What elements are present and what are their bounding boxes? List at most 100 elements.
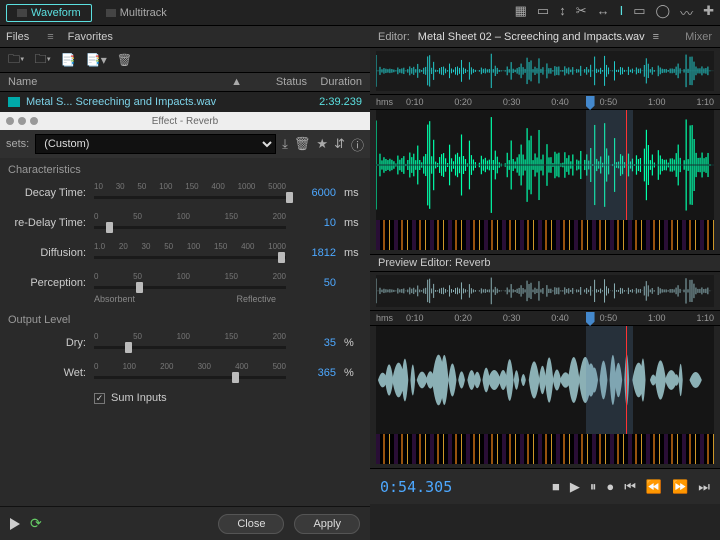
decay-slider-row: Decay Time:103050100150400100050006000ms [0, 178, 370, 208]
delete-preset-icon[interactable]: 🗑 [294, 136, 311, 152]
preview-editor-header: Preview Editor: Reverb [370, 254, 720, 272]
predelay-slider[interactable]: 050100150200 [94, 212, 286, 234]
predelay-slider-row: re-Delay Time:05010015020010ms [0, 208, 370, 238]
editor-filename: Metal Sheet 02 – Screeching and Impacts.… [418, 31, 645, 43]
close-button[interactable]: Close [218, 514, 284, 534]
save-preset-icon[interactable]: ⤓ [282, 136, 288, 152]
delete-file-icon[interactable]: 🗑 [117, 53, 132, 67]
favorite-preset-icon[interactable]: ★ [316, 136, 328, 152]
dry-slider[interactable]: 050100150200 [94, 332, 286, 354]
editor-column: Editor: Metal Sheet 02 – Screeching and … [370, 26, 720, 540]
preview-timeline-ruler[interactable]: hms 0:100:200:300:400:501:001:10 [370, 310, 720, 326]
record-file-icon[interactable]: 🗀▾ [34, 50, 50, 71]
file-list-header: Name ▲ Status Duration [0, 72, 370, 92]
preview-loop-icon[interactable]: ⟳ [30, 515, 42, 532]
play-button-icon[interactable]: ▶ [570, 479, 580, 495]
dialog-footer: ⟳ Close Apply [0, 506, 370, 540]
audio-file-icon [8, 97, 20, 107]
mixer-tab[interactable]: Mixer [685, 31, 712, 43]
mode-tab-waveform[interactable]: Waveform [6, 4, 92, 22]
left-column: Files ≡ Favorites 🗀▾ 🗀▾ 📑 📑▾ 🗑 Name ▲ St… [0, 26, 370, 540]
transport-time: 0:54.305 [380, 478, 452, 496]
wet-value[interactable]: 365 [294, 367, 336, 379]
marquee-icon[interactable]: ▭ [633, 3, 645, 22]
preset-row: sets: (Custom) ⤓ 🗑 ★ ⇵ ⓘ [0, 130, 370, 158]
preview-waveform[interactable] [376, 326, 714, 434]
top-mode-bar: Waveform Multitrack ▦ ▭ ↕ ✂ ↔ I ▭ ◯ 〰 ✚ [0, 0, 720, 26]
effect-dialog-title: Effect - Reverb [152, 116, 219, 127]
perception-slider[interactable]: 050100150200 [94, 272, 286, 294]
wet-slider[interactable]: 0100200300400500 [94, 362, 286, 384]
predelay-label: re-Delay Time: [8, 217, 86, 229]
dry-label: Dry: [8, 337, 86, 349]
decay-value[interactable]: 6000 [294, 187, 336, 199]
file-row[interactable]: Metal S... Screeching and Impacts.wav 2:… [0, 92, 370, 112]
file-row-name: Metal S... Screeching and Impacts.wav [26, 96, 307, 108]
mode-tab-multitrack[interactable]: Multitrack [96, 5, 177, 21]
dry-slider-row: Dry:05010015020035% [0, 328, 370, 358]
diffusion-label: Diffusion: [8, 247, 86, 259]
decay-slider[interactable]: 10305010015040010005000 [94, 182, 286, 204]
playhead[interactable] [626, 110, 627, 220]
pause-button-icon[interactable]: ⏸ [590, 479, 597, 495]
main-timeline-ruler[interactable]: hms 0:100:200:300:400:501:001:10 [370, 94, 720, 110]
main-spectrogram[interactable] [376, 220, 714, 250]
info-icon[interactable]: ⓘ [351, 135, 364, 154]
skip-back-icon[interactable]: ⏮ [624, 479, 636, 495]
brush-icon[interactable]: 〰 [680, 3, 693, 22]
file-header-name[interactable]: Name [8, 76, 231, 88]
file-header-status[interactable]: Status [252, 76, 307, 88]
effect-dialog-titlebar[interactable]: Effect - Reverb [0, 112, 370, 130]
tab-favorites[interactable]: Favorites [68, 31, 113, 43]
diffusion-value[interactable]: 1812 [294, 247, 336, 259]
files-tab-menu-icon[interactable]: ≡ [47, 31, 53, 43]
editor-tab-menu-icon[interactable]: ≡ [653, 31, 659, 43]
diffusion-slider-row: Diffusion:1.020305010015040010001812ms [0, 238, 370, 268]
time-select-icon[interactable]: I [620, 3, 624, 22]
lasso-icon[interactable]: ◯ [656, 3, 671, 22]
editor-header: Editor: Metal Sheet 02 – Screeching and … [370, 26, 720, 48]
hud-toggle-icon[interactable]: ▭ [537, 3, 549, 22]
open-file-icon[interactable]: 🗀▾ [8, 50, 24, 71]
main-waveform[interactable] [376, 110, 714, 220]
tab-files[interactable]: Files [6, 31, 29, 43]
decay-label: Decay Time: [8, 187, 86, 199]
perception-value[interactable]: 50 [294, 277, 336, 289]
overview-waveform[interactable] [376, 51, 714, 91]
rewind-icon[interactable]: ⏪ [646, 479, 662, 495]
forward-icon[interactable]: ⏩ [672, 479, 688, 495]
slip-tool-icon[interactable]: ↔ [597, 3, 610, 22]
wet-label: Wet: [8, 367, 86, 379]
file-header-duration[interactable]: Duration [307, 76, 362, 88]
predelay-value[interactable]: 10 [294, 217, 336, 229]
preview-overview[interactable] [376, 275, 714, 307]
perception-label: Perception: [8, 277, 86, 289]
import-icon[interactable]: 📑 [61, 53, 76, 67]
preview-spectrogram[interactable] [376, 434, 714, 464]
channel-map-icon[interactable]: ⇵ [334, 136, 345, 152]
skip-fwd-icon[interactable]: ⏭ [698, 479, 710, 495]
record-button-icon[interactable]: ● [606, 479, 614, 494]
playhead[interactable] [626, 326, 627, 434]
insert-icon[interactable]: 📑▾ [86, 53, 107, 67]
preset-dropdown[interactable]: (Custom) [35, 134, 276, 154]
apply-button[interactable]: Apply [294, 514, 360, 534]
diffusion-slider[interactable]: 1.02030501001504001000 [94, 242, 286, 264]
dry-value[interactable]: 35 [294, 337, 336, 349]
razor-tool-icon[interactable]: ✂ [576, 3, 587, 22]
sum-inputs-row[interactable]: ✓Sum Inputs [0, 388, 370, 412]
preview-play-icon[interactable] [10, 518, 20, 530]
wet-slider-row: Wet:0100200300400500365% [0, 358, 370, 388]
spectral-toggle-icon[interactable]: ▦ [515, 3, 527, 22]
sum-inputs-checkbox-icon[interactable]: ✓ [94, 393, 105, 404]
transport-bar: 0:54.305 ■ ▶ ⏸ ● ⏮ ⏪ ⏩ ⏭ [370, 468, 720, 504]
output-level-title: Output Level [0, 308, 370, 328]
characteristics-title: Characteristics [0, 158, 370, 178]
move-tool-icon[interactable]: ↕ [559, 3, 566, 22]
editor-title-prefix: Editor: [378, 31, 410, 43]
preset-label: sets: [6, 138, 29, 150]
files-panel-tabs: Files ≡ Favorites [0, 26, 370, 48]
stop-button-icon[interactable]: ■ [552, 479, 560, 494]
perception-right-label: Reflective [236, 294, 276, 304]
heal-icon[interactable]: ✚ [703, 3, 714, 22]
